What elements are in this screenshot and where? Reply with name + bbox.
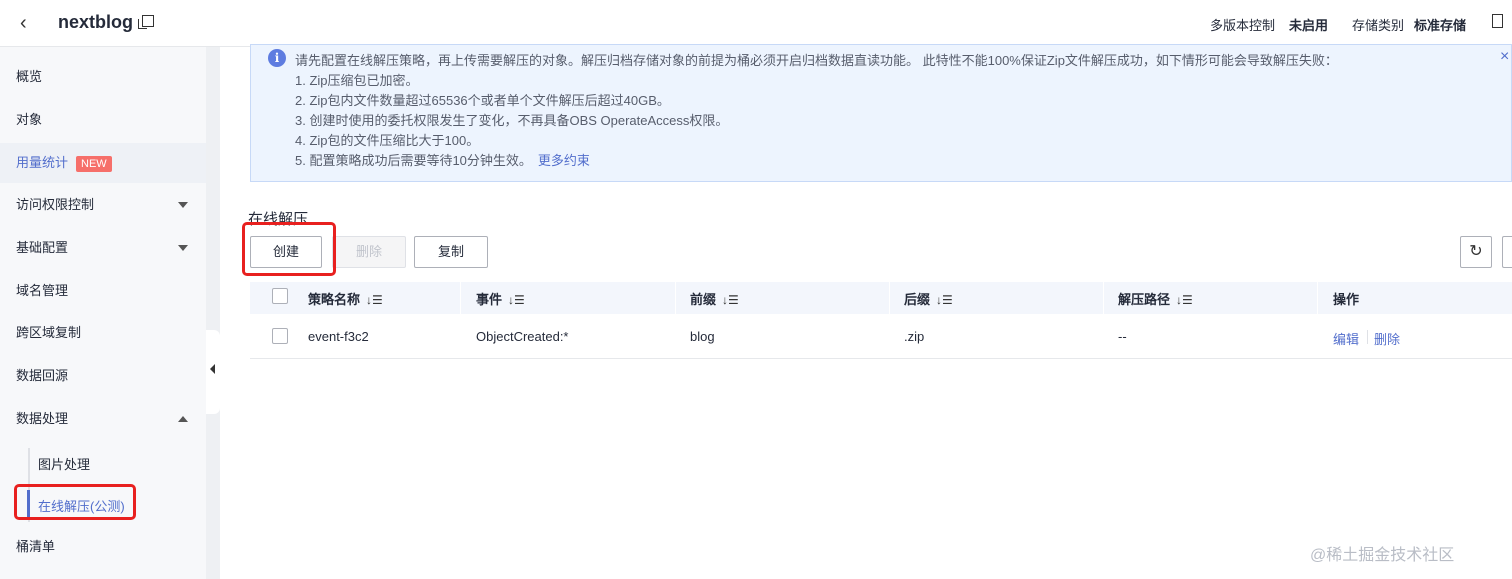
sidebar-item-label: 访问权限控制 — [16, 197, 95, 212]
column-divider — [675, 282, 676, 314]
bucket-name: nextblog — [58, 12, 133, 32]
sidebar-item-label: 用量统计 — [16, 155, 69, 170]
copy-icon[interactable] — [138, 15, 154, 29]
sort-icon[interactable]: ↓☰ — [936, 293, 953, 307]
edit-link[interactable]: 编辑 — [1333, 329, 1359, 348]
sidebar-item-overview[interactable]: 概览 — [0, 57, 206, 97]
sidebar-item-label: 跨区域复制 — [16, 325, 82, 340]
notice-item-last: 5. 配置策略成功后需要等待10分钟生效。 更多约束 — [295, 150, 590, 169]
sidebar-item-label: 数据回源 — [16, 368, 69, 383]
info-icon: i — [268, 49, 286, 67]
sidebar-item-inventory[interactable]: 桶清单 — [0, 527, 206, 567]
column-header[interactable]: 前缀 ↓☰ — [690, 289, 739, 308]
sidebar-item-label: 基础配置 — [16, 240, 69, 255]
sidebar-item-access-control[interactable]: 访问权限控制 — [0, 185, 206, 225]
sidebar-item-objects[interactable]: 对象 — [0, 100, 206, 140]
copy-button[interactable]: 复制 — [414, 236, 488, 268]
notice-item: 3. 创建时使用的委托权限发生了变化，不再具备OBS OperateAccess… — [295, 113, 729, 128]
sidebar-item-label: 桶清单 — [16, 539, 56, 554]
sidebar-rail — [206, 47, 220, 579]
collapse-arrow-icon[interactable] — [210, 364, 215, 374]
document-icon[interactable] — [1492, 14, 1503, 28]
sidebar-item-usage-stats[interactable]: 用量统计 NEW — [0, 143, 206, 183]
settings-button[interactable] — [1502, 236, 1512, 268]
sidebar-subitem-image-processing[interactable]: 图片处理 — [38, 454, 90, 473]
sidebar-item-label: 对象 — [16, 112, 43, 127]
watermark: @稀土掘金技术社区 — [1310, 547, 1455, 564]
select-all-checkbox[interactable] — [272, 288, 288, 304]
chevron-left-icon[interactable]: ‹ — [20, 12, 27, 35]
column-divider — [460, 282, 461, 314]
notice-item: 5. 配置策略成功后需要等待10分钟生效。 — [295, 153, 532, 168]
sort-icon[interactable]: ↓☰ — [722, 293, 739, 307]
sidebar-item-cross-region[interactable]: 跨区域复制 — [0, 313, 206, 353]
column-header[interactable]: 解压路径 ↓☰ — [1118, 289, 1193, 308]
table-header — [250, 282, 1512, 314]
delete-button[interactable]: 删除 — [332, 236, 406, 268]
storage-class-label: 存储类别 — [1352, 18, 1405, 33]
path-cell: -- — [1118, 329, 1127, 344]
chevron-up-icon — [178, 416, 188, 422]
versioning-label: 多版本控制 — [1210, 18, 1276, 33]
highlight-box-create — [242, 222, 336, 276]
sidebar-item-back-to-source[interactable]: 数据回源 — [0, 356, 206, 396]
operation-separator — [1367, 330, 1368, 344]
row-checkbox[interactable] — [272, 328, 288, 344]
column-divider — [1317, 282, 1318, 314]
storage-class-value: 标准存储 — [1414, 18, 1467, 33]
policy-name-cell: event-f3c2 — [308, 329, 369, 344]
event-cell: ObjectCreated:* — [476, 329, 569, 344]
notice-line: 请先配置在线解压策略，再上传需要解压的对象。解压归档存储对象的前提为桶必须开启归… — [295, 53, 1338, 68]
more-constraints-link[interactable]: 更多约束 — [538, 153, 590, 168]
row-divider — [250, 358, 1512, 359]
sidebar-item-label: 域名管理 — [16, 283, 69, 298]
notice-item: 2. Zip包内文件数量超过65536个或者单个文件解压后超过40GB。 — [295, 93, 670, 108]
suffix-cell: .zip — [904, 329, 925, 344]
column-header: 操作 — [1333, 292, 1360, 307]
highlight-box-sidebar — [14, 484, 136, 520]
chevron-down-icon — [178, 245, 188, 251]
top-bar: ‹ nextblog 多版本控制 未启用 存储类别 标准存储 — [0, 0, 1512, 47]
versioning-value: 未启用 — [1289, 18, 1329, 33]
delete-link[interactable]: 删除 — [1374, 329, 1400, 348]
notice-item: 4. Zip包的文件压缩比大于100。 — [295, 133, 480, 148]
sort-icon[interactable]: ↓☰ — [366, 293, 383, 307]
sidebar-item-data-processing[interactable]: 数据处理 — [0, 399, 206, 439]
column-header[interactable]: 策略名称 ↓☰ — [308, 289, 383, 308]
column-divider — [1103, 282, 1104, 314]
new-badge: NEW — [76, 155, 112, 172]
sidebar-item-basic-config[interactable]: 基础配置 — [0, 228, 206, 268]
sidebar-item-label: 数据处理 — [16, 411, 69, 426]
column-divider — [889, 282, 890, 314]
sort-icon[interactable]: ↓☰ — [1176, 293, 1193, 307]
close-icon[interactable]: × — [1500, 48, 1509, 66]
sidebar-item-domain[interactable]: 域名管理 — [0, 271, 206, 311]
notice-item: 1. Zip压缩包已加密。 — [295, 73, 419, 88]
prefix-cell: blog — [690, 329, 715, 344]
chevron-down-icon — [178, 202, 188, 208]
sidebar-item-label: 概览 — [16, 69, 43, 84]
column-header[interactable]: 后缀 ↓☰ — [904, 289, 953, 308]
column-header[interactable]: 事件 ↓☰ — [476, 289, 525, 308]
sort-icon[interactable]: ↓☰ — [508, 293, 525, 307]
refresh-icon[interactable]: ↻ — [1460, 236, 1492, 268]
